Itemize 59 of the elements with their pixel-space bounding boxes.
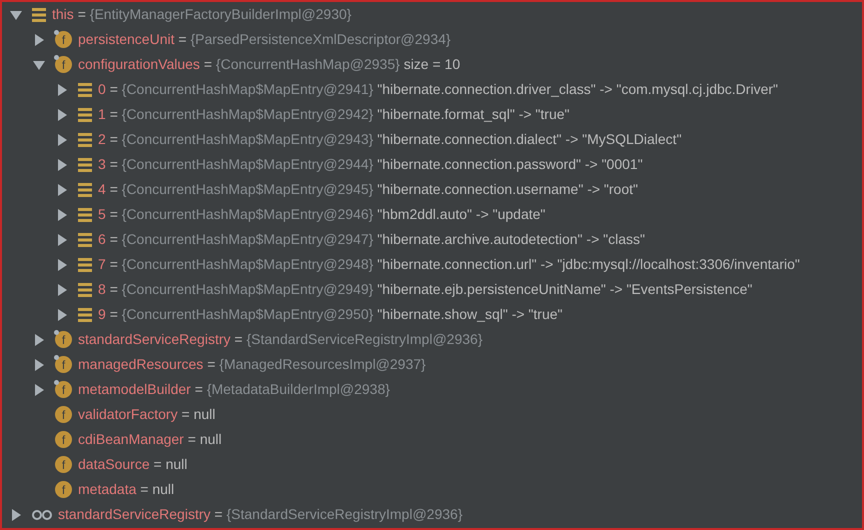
variable-text: cdiBeanManager = null — [78, 430, 222, 449]
object-icon — [78, 232, 92, 246]
expand-arrow-icon[interactable] — [33, 384, 45, 396]
variable-text: 0 = {ConcurrentHashMap$MapEntry@2941} "hibernate.connection.driver_class" -> "com.mysql.cj.jdbc.Driver" — [98, 80, 778, 99]
field-icon: f — [55, 56, 72, 73]
glasses-icon — [32, 510, 52, 520]
variable-text: metamodelBuilder = {MetadataBuilderImpl@2938} — [78, 380, 390, 399]
expand-arrow-icon[interactable] — [56, 84, 68, 96]
variable-text: 5 = {ConcurrentHashMap$MapEntry@2946} "hbm2ddl.auto" -> "update" — [98, 205, 546, 224]
object-icon — [78, 182, 92, 196]
variable-text: managedResources = {ManagedResourcesImpl@2937} — [78, 355, 426, 374]
variable-text: 4 = {ConcurrentHashMap$MapEntry@2945} "hibernate.connection.username" -> "root" — [98, 180, 638, 199]
expand-arrow-icon[interactable] — [56, 258, 68, 270]
variable-text: 2 = {ConcurrentHashMap$MapEntry@2943} "hibernate.connection.dialect" -> "MySQLDialect" — [98, 130, 682, 149]
object-icon — [78, 158, 92, 172]
expand-arrow-icon[interactable] — [10, 508, 22, 520]
object-icon — [78, 132, 92, 146]
object-icon — [78, 308, 92, 322]
collapse-arrow-icon[interactable] — [10, 8, 22, 20]
object-icon — [78, 282, 92, 296]
expand-arrow-icon[interactable] — [33, 358, 45, 370]
expand-arrow-icon[interactable] — [56, 108, 68, 120]
variable-text: 3 = {ConcurrentHashMap$MapEntry@2944} "hibernate.connection.password" -> "0001" — [98, 155, 643, 174]
expand-arrow-icon[interactable] — [56, 284, 68, 296]
field-icon: f — [55, 406, 72, 423]
variable-text: 8 = {ConcurrentHashMap$MapEntry@2949} "hibernate.ejb.persistenceUnitName" -> "EventsPersistence" — [98, 280, 752, 299]
field-icon: f — [55, 356, 72, 373]
expand-arrow-icon[interactable] — [56, 208, 68, 220]
object-icon — [78, 258, 92, 272]
field-icon: f — [55, 331, 72, 348]
expand-arrow-icon[interactable] — [56, 184, 68, 196]
variable-text: validatorFactory = null — [78, 405, 216, 424]
expand-arrow-icon[interactable] — [33, 334, 45, 346]
object-icon — [78, 108, 92, 122]
variable-text: standardServiceRegistry = {StandardServiceRegistryImpl@2936} — [58, 505, 462, 524]
expand-arrow-icon[interactable] — [33, 34, 45, 46]
field-icon: f — [55, 431, 72, 448]
variable-text: 9 = {ConcurrentHashMap$MapEntry@2950} "hibernate.show_sql" -> "true" — [98, 305, 562, 324]
field-icon: f — [55, 31, 72, 48]
variable-text: this = {EntityManagerFactoryBuilderImpl@2930} — [52, 5, 352, 24]
expand-arrow-icon[interactable] — [56, 308, 68, 320]
variable-text: 7 = {ConcurrentHashMap$MapEntry@2948} "hibernate.connection.url" -> "jdbc:mysql://localhost:3306/inventario" — [98, 255, 800, 274]
expand-arrow-icon[interactable] — [56, 158, 68, 170]
collapse-arrow-icon[interactable] — [33, 58, 45, 70]
field-icon: f — [55, 456, 72, 473]
object-icon — [78, 82, 92, 96]
variable-text: dataSource = null — [78, 455, 188, 474]
object-icon — [78, 208, 92, 222]
variable-text: 1 = {ConcurrentHashMap$MapEntry@2942} "hibernate.format_sql" -> "true" — [98, 105, 570, 124]
field-icon: f — [55, 381, 72, 398]
variable-text: persistenceUnit = {ParsedPersistenceXmlDescriptor@2934} — [78, 30, 451, 49]
field-icon: f — [55, 481, 72, 498]
expand-arrow-icon[interactable] — [56, 134, 68, 146]
variable-text: 6 = {ConcurrentHashMap$MapEntry@2947} "hibernate.archive.autodetection" -> "class" — [98, 230, 645, 249]
expand-arrow-icon[interactable] — [56, 234, 68, 246]
object-icon — [32, 8, 46, 22]
variable-text: standardServiceRegistry = {StandardServiceRegistryImpl@2936} — [78, 330, 482, 349]
variable-text: configurationValues = {ConcurrentHashMap@2935} size = 10 — [78, 55, 460, 74]
variable-text: metadata = null — [78, 480, 174, 499]
